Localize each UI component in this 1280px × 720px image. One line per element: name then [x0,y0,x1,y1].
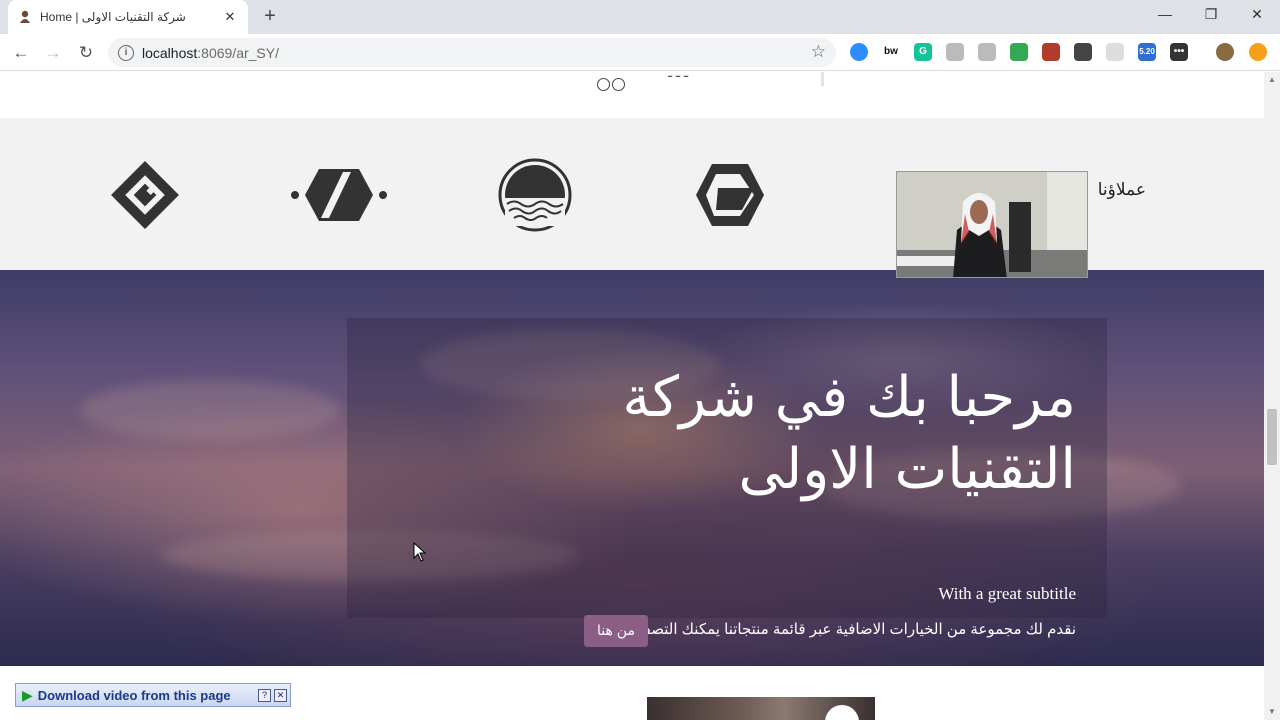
divider-line [821,72,824,86]
scroll-up-icon[interactable]: ▲ [1264,72,1280,88]
scrollbar-thumb[interactable] [1267,409,1277,465]
webcam-overlay [896,171,1088,278]
carousel-indicators[interactable] [597,78,625,91]
client-logo-hexagon-icon[interactable] [291,158,387,232]
play-circle-icon[interactable] [825,705,859,720]
play-icon: ▶ [22,686,33,703]
minimize-button[interactable]: — [1142,0,1188,30]
window-close-button[interactable]: ✕ [1234,0,1280,30]
pdf-extension-icon[interactable] [1042,43,1060,61]
profile-avatar[interactable] [1216,43,1234,61]
browser-toolbar: ← → ↻ i localhost:8069/ar_SY/ ☆ bw G 5.20 •… [0,34,1280,71]
drive-extension-icon[interactable] [978,43,996,61]
forward-button[interactable]: → [40,40,66,66]
back-button[interactable]: ← [8,40,34,66]
shield-extension-icon[interactable] [1074,43,1092,61]
carousel-dot[interactable] [597,78,610,91]
download-video-label[interactable]: Download video from this page [38,688,258,703]
restore-button[interactable]: ❐ [1188,0,1234,30]
client-logo-geometric-icon[interactable] [682,158,778,232]
clients-heading: عملاؤنا [1097,180,1146,199]
tab-close-icon[interactable]: ✕ [222,9,238,25]
page-scrollbar[interactable]: ▲ ▼ [1264,72,1280,720]
update-extension-icon[interactable] [1249,43,1267,61]
mouse-cursor-icon [413,542,427,562]
tab-title: Home | شركة التقنيات الاولى [40,10,186,24]
grammarly-extension-icon[interactable]: G [914,43,932,61]
hero-title: مرحبا بك في شركة التقنيات الاولى [622,365,1076,502]
url-text: localhost:8069/ar_SY/ [142,44,279,61]
hero-subtitle: With a great subtitle [938,584,1076,603]
site-info-icon[interactable]: i [118,44,134,61]
download-video-bar[interactable]: ▶ Download video from this page ? ✕ [15,683,291,707]
carousel-dot[interactable] [612,78,625,91]
help-icon[interactable]: ? [258,688,271,702]
pin-extension-icon[interactable] [946,43,964,61]
bookmark-star-icon[interactable]: ☆ [811,42,826,62]
browser-tab-home[interactable]: Home | شركة التقنيات الاولى ✕ [8,0,248,34]
new-tab-button[interactable]: + [258,5,282,29]
client-logo-square-icon[interactable] [97,158,193,232]
address-bar[interactable]: i localhost:8069/ar_SY/ ☆ [108,38,836,67]
previous-section-tail: ـ ـ ـ [0,72,1264,118]
tab-strip: Home | شركة التقنيات الاولى ✕ + — ❐ ✕ [0,0,1280,34]
hero-cta-button[interactable]: من هنا [584,615,648,647]
client-logo-waves-icon[interactable] [487,158,583,232]
video-thumbnail[interactable] [647,697,875,720]
hero-description: نقدم لك مجموعة من الخيارات الاضافية عبر … [633,621,1076,638]
chrome-color-extension-icon[interactable] [1010,43,1028,61]
bw-extension-icon[interactable]: bw [882,43,900,61]
more-extension-icon[interactable]: ••• [1170,43,1188,61]
page-viewport: ـ ـ ـ عملاؤنا مرحبا بك في شركة التقنيات … [0,72,1264,720]
cut-off-text: ـ ـ ـ [668,72,689,80]
blank-extension-icon[interactable] [1106,43,1124,61]
reload-button[interactable]: ↻ [73,40,99,66]
hero-banner: مرحبا بك في شركة التقنيات الاولى With a … [0,270,1264,666]
close-icon[interactable]: ✕ [274,688,287,702]
site-favicon-icon [18,10,32,24]
speed-extension-icon[interactable]: 5.20 [1138,43,1156,61]
scroll-down-icon[interactable]: ▼ [1264,704,1280,720]
zoom-extension-icon[interactable] [850,43,868,61]
